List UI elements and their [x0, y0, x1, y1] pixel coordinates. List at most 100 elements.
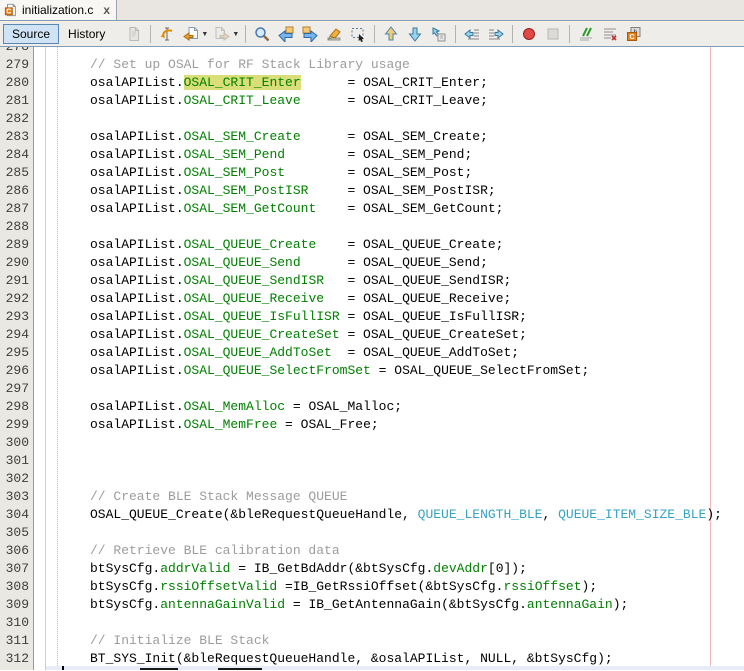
code-line[interactable]: 299osalAPIList.OSAL_MemFree = OSAL_Free; [0, 416, 744, 434]
comment-icon[interactable] [575, 24, 597, 45]
line-number[interactable]: 309 [0, 596, 34, 614]
code-line[interactable]: 279// Set up OSAL for RF Stack Library u… [0, 56, 744, 74]
go-to-header-source-icon[interactable]: hC [623, 24, 645, 45]
line-number[interactable]: 301 [0, 452, 34, 470]
line-number[interactable]: 288 [0, 218, 34, 236]
code-text[interactable] [34, 47, 90, 56]
line-number[interactable]: 308 [0, 578, 34, 596]
code-line[interactable]: 303// Create BLE Stack Message QUEUE [0, 488, 744, 506]
code-text[interactable] [34, 110, 90, 128]
line-number[interactable]: 305 [0, 524, 34, 542]
code-line[interactable]: 280osalAPIList.OSAL_CRIT_Enter = OSAL_CR… [0, 74, 744, 92]
code-text[interactable]: // Set up OSAL for RF Stack Library usag… [34, 56, 410, 74]
toggle-highlight-search-icon[interactable] [323, 24, 345, 45]
shift-line-right-icon[interactable] [485, 24, 507, 45]
code-text[interactable]: osalAPIList.OSAL_QUEUE_CreateSet = OSAL_… [34, 326, 527, 344]
code-line[interactable]: 304OSAL_QUEUE_Create(&bleRequestQueueHan… [0, 506, 744, 524]
code-text[interactable]: osalAPIList.OSAL_SEM_Create = OSAL_SEM_C… [34, 128, 488, 146]
line-number[interactable]: 306 [0, 542, 34, 560]
line-number[interactable]: 286 [0, 182, 34, 200]
code-line[interactable]: 301 [0, 452, 744, 470]
line-number[interactable]: 280 [0, 74, 34, 92]
line-number[interactable]: 279 [0, 56, 34, 74]
code-line[interactable]: 290osalAPIList.OSAL_QUEUE_Send = OSAL_QU… [0, 254, 744, 272]
line-number[interactable]: 298 [0, 398, 34, 416]
code-line[interactable]: 289osalAPIList.OSAL_QUEUE_Create = OSAL_… [0, 236, 744, 254]
code-line[interactable]: 292osalAPIList.OSAL_QUEUE_Receive = OSAL… [0, 290, 744, 308]
next-bookmark-icon[interactable] [404, 24, 426, 45]
line-number[interactable]: 284 [0, 146, 34, 164]
code-text[interactable]: osalAPIList.OSAL_QUEUE_Create = OSAL_QUE… [34, 236, 503, 254]
code-text[interactable] [34, 380, 90, 398]
code-text[interactable]: btSysCfg.rssiOffsetValid =IB_GetRssiOffs… [34, 578, 597, 596]
line-number[interactable]: 278 [0, 47, 34, 56]
code-line[interactable]: 282 [0, 110, 744, 128]
line-number[interactable]: 289 [0, 236, 34, 254]
code-line[interactable]: 295osalAPIList.OSAL_QUEUE_AddToSet = OSA… [0, 344, 744, 362]
code-text[interactable]: osalAPIList.OSAL_QUEUE_Receive = OSAL_QU… [34, 290, 511, 308]
code-line[interactable]: 281osalAPIList.OSAL_CRIT_Leave = OSAL_CR… [0, 92, 744, 110]
code-text[interactable] [34, 434, 90, 452]
code-line[interactable]: 293osalAPIList.OSAL_QUEUE_IsFullISR = OS… [0, 308, 744, 326]
code-text[interactable]: // Create BLE Stack Message QUEUE [34, 488, 347, 506]
line-number[interactable]: 291 [0, 272, 34, 290]
back-icon[interactable] [180, 24, 202, 45]
code-text[interactable]: osalAPIList.OSAL_QUEUE_SelectFromSet = O… [34, 362, 589, 380]
code-text[interactable]: // Initialize BLE Stack [34, 632, 269, 650]
line-number[interactable]: 283 [0, 128, 34, 146]
line-number[interactable]: 296 [0, 362, 34, 380]
code-line[interactable]: 310 [0, 614, 744, 632]
line-number[interactable]: 312 [0, 650, 34, 668]
uncomment-icon[interactable] [599, 24, 621, 45]
line-number[interactable]: 300 [0, 434, 34, 452]
code-text[interactable]: osalAPIList.OSAL_SEM_GetCount = OSAL_SEM… [34, 200, 503, 218]
code-text[interactable] [34, 524, 90, 542]
code-line[interactable]: 300 [0, 434, 744, 452]
code-line[interactable]: 307btSysCfg.addrValid = IB_GetBdAddr(&bt… [0, 560, 744, 578]
line-number[interactable]: 282 [0, 110, 34, 128]
code-line[interactable]: 296osalAPIList.OSAL_QUEUE_SelectFromSet … [0, 362, 744, 380]
tab-initialization-c[interactable]: C initialization.c x [0, 0, 117, 20]
line-number[interactable]: 307 [0, 560, 34, 578]
code-line[interactable]: 283osalAPIList.OSAL_SEM_Create = OSAL_SE… [0, 128, 744, 146]
back-dropdown-icon[interactable]: ▼ [201, 31, 208, 38]
rectangular-selection-icon[interactable] [347, 24, 369, 45]
line-number[interactable]: 311 [0, 632, 34, 650]
tab-close-icon[interactable]: x [103, 4, 110, 16]
code-text[interactable]: osalAPIList.OSAL_SEM_Pend = OSAL_SEM_Pen… [34, 146, 472, 164]
code-text[interactable] [34, 614, 90, 632]
line-number[interactable]: 293 [0, 308, 34, 326]
line-number[interactable]: 303 [0, 488, 34, 506]
source-view-button[interactable]: Source [3, 24, 59, 44]
line-number[interactable]: 290 [0, 254, 34, 272]
code-line[interactable]: 286osalAPIList.OSAL_SEM_PostISR = OSAL_S… [0, 182, 744, 200]
code-text[interactable]: osalAPIList.OSAL_MemAlloc = OSAL_Malloc; [34, 398, 402, 416]
code-line[interactable]: 302 [0, 470, 744, 488]
code-text[interactable]: btSysCfg.antennaGainValid = IB_GetAntenn… [34, 596, 628, 614]
shift-line-left-icon[interactable] [461, 24, 483, 45]
find-next-occurrence-icon[interactable] [299, 24, 321, 45]
line-number[interactable]: 304 [0, 506, 34, 524]
code-line[interactable]: 287osalAPIList.OSAL_SEM_GetCount = OSAL_… [0, 200, 744, 218]
line-number[interactable]: 297 [0, 380, 34, 398]
code-text[interactable]: osalAPIList.OSAL_QUEUE_SendISR = OSAL_QU… [34, 272, 511, 290]
code-line[interactable]: 285osalAPIList.OSAL_SEM_Post = OSAL_SEM_… [0, 164, 744, 182]
line-number[interactable]: 299 [0, 416, 34, 434]
code-text[interactable]: osalAPIList.OSAL_CRIT_Enter = OSAL_CRIT_… [34, 74, 488, 92]
history-view-button[interactable]: History [59, 24, 114, 44]
code-text[interactable]: osalAPIList.OSAL_QUEUE_Send = OSAL_QUEUE… [34, 254, 488, 272]
line-number[interactable]: 294 [0, 326, 34, 344]
previous-bookmark-icon[interactable] [380, 24, 402, 45]
code-text[interactable] [34, 218, 90, 236]
line-number[interactable]: 292 [0, 290, 34, 308]
code-text[interactable]: osalAPIList.OSAL_SEM_PostISR = OSAL_SEM_… [34, 182, 496, 200]
find-selection-icon[interactable] [251, 24, 273, 45]
line-number[interactable]: 302 [0, 470, 34, 488]
code-text[interactable]: osalAPIList.OSAL_QUEUE_AddToSet = OSAL_Q… [34, 344, 519, 362]
code-line[interactable]: 308btSysCfg.rssiOffsetValid =IB_GetRssiO… [0, 578, 744, 596]
code-line[interactable]: 297 [0, 380, 744, 398]
code-text[interactable]: OSAL_QUEUE_Create(&bleRequestQueueHandle… [34, 506, 722, 524]
code-line[interactable]: 305 [0, 524, 744, 542]
code-line[interactable]: 298osalAPIList.OSAL_MemAlloc = OSAL_Mall… [0, 398, 744, 416]
code-text[interactable]: btSysCfg.addrValid = IB_GetBdAddr(&btSys… [34, 560, 527, 578]
